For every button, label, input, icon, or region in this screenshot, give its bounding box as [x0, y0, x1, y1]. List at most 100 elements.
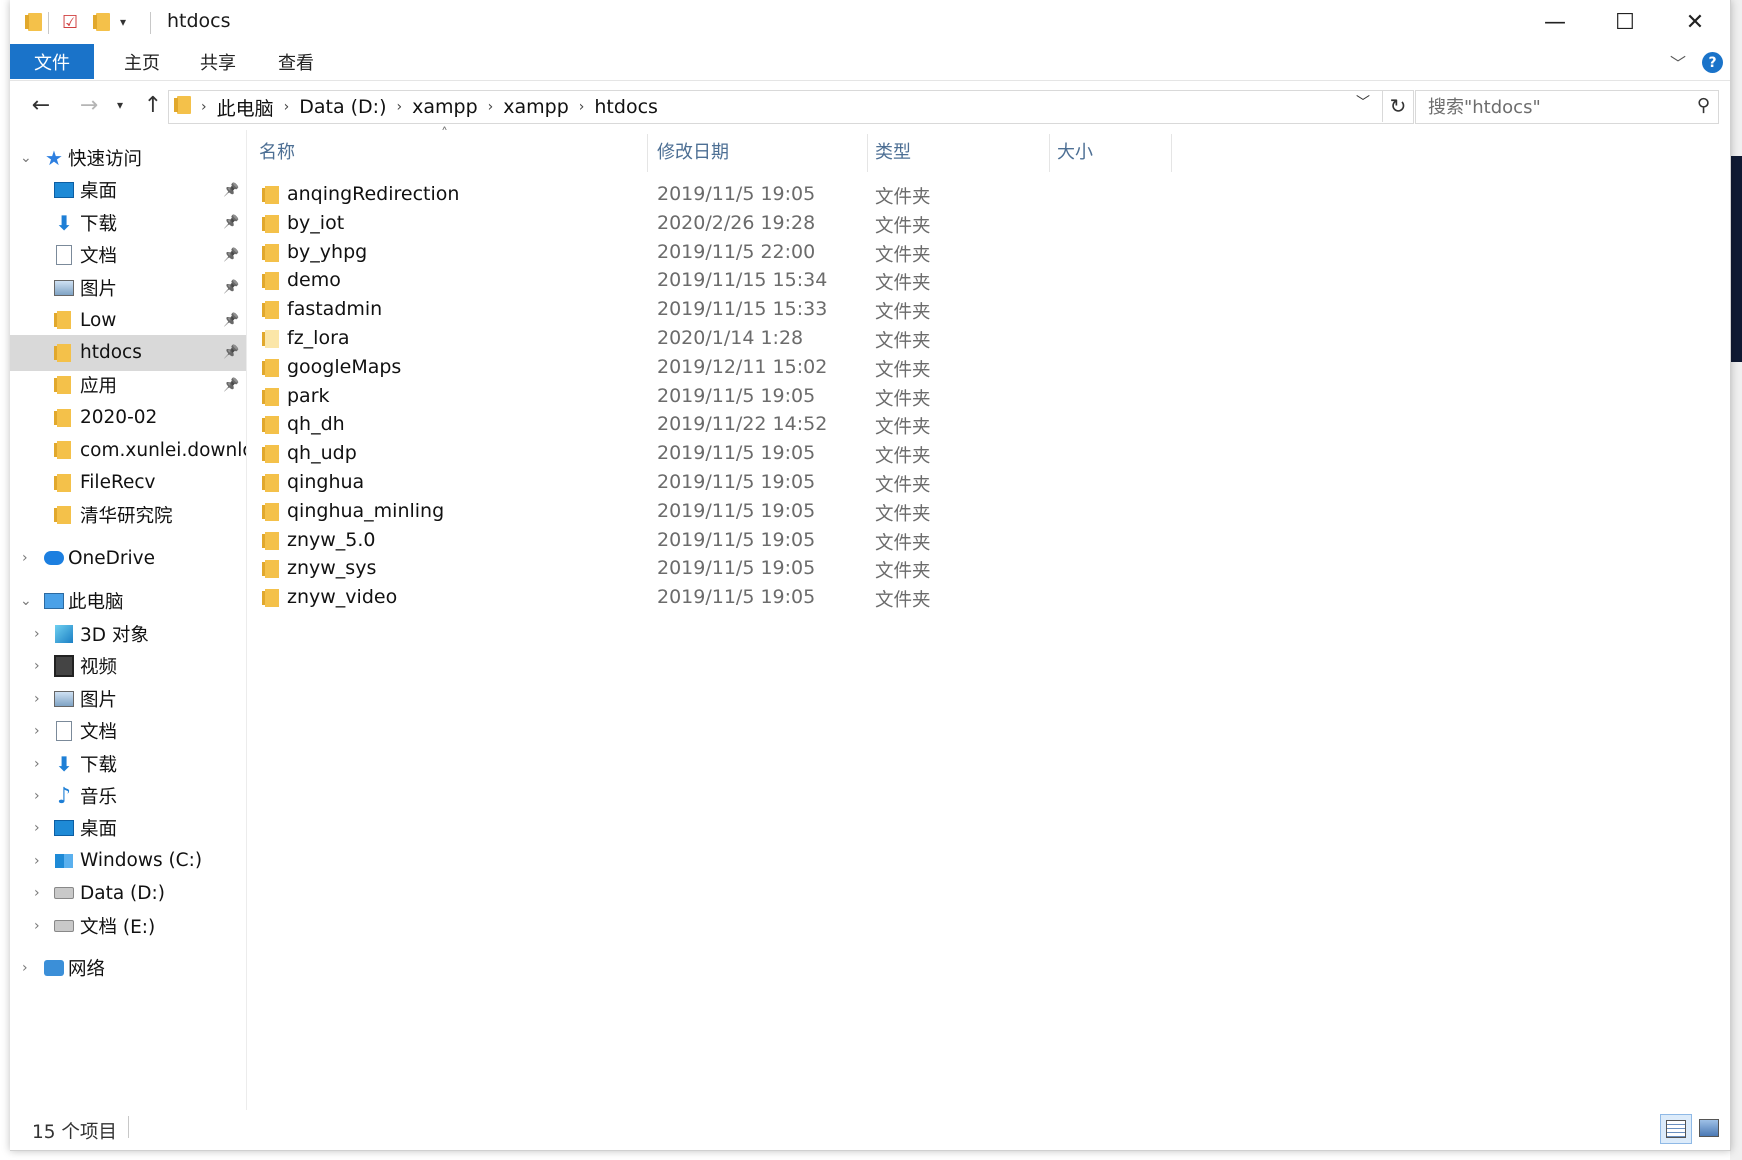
search-box[interactable]: ⚲ [1415, 90, 1719, 124]
nav-quick-item[interactable]: 桌面 📌 [10, 172, 246, 208]
address-dropdown-chevron-icon[interactable]: ﹀ [1356, 92, 1370, 112]
nav-pc-item[interactable]: › Windows (C:) [10, 843, 246, 879]
breadcrumb-xampp[interactable]: xampp [412, 96, 478, 118]
breadcrumb-separator-icon[interactable]: › [397, 99, 403, 115]
breadcrumb-separator-icon[interactable]: › [488, 99, 494, 115]
breadcrumb-data-drive[interactable]: Data (D:) [299, 96, 386, 118]
table-row[interactable]: demo 2019/11/15 15:34 文件夹 [247, 268, 1727, 297]
help-button[interactable]: ? [1702, 52, 1723, 73]
status-separator [128, 1116, 129, 1138]
close-button[interactable]: ✕ [1660, 0, 1730, 44]
new-folder-icon[interactable] [93, 10, 110, 34]
breadcrumb-separator-icon[interactable]: › [579, 99, 585, 115]
forward-arrow-icon[interactable]: → [72, 90, 106, 120]
nav-pc-item[interactable]: › ♪ 音乐 [10, 778, 246, 814]
table-row[interactable]: qh_udp 2019/11/5 19:05 文件夹 [247, 441, 1727, 470]
nav-quick-access[interactable]: ⌄ ★ 快速访问 [10, 140, 246, 176]
nav-pc-item[interactable]: › ⬇ 下载 [10, 746, 246, 782]
nav-quick-item[interactable]: htdocs 📌 [10, 334, 246, 371]
folder-icon [262, 474, 279, 496]
address-bar[interactable]: › 此电脑 › Data (D:) › xampp › xampp › htdo… [168, 90, 1414, 124]
expand-chevron-icon[interactable]: › [34, 723, 40, 739]
tab-home[interactable]: 主页 [106, 44, 178, 79]
expand-chevron-icon[interactable]: › [22, 960, 28, 976]
table-row[interactable]: anqingRedirection 2019/11/5 19:05 文件夹 [247, 182, 1727, 211]
minimize-button[interactable]: — [1520, 0, 1590, 44]
nav-pc-item[interactable]: › 视频 [10, 648, 246, 684]
nav-quick-item[interactable]: com.xunlei.downlc [10, 432, 246, 468]
breadcrumb-this-pc[interactable]: 此电脑 [217, 94, 274, 121]
nav-quick-item[interactable]: 文档 📌 [10, 237, 246, 273]
tab-share[interactable]: 共享 [182, 44, 254, 79]
nav-pc-item[interactable]: › 文档 (E:) [10, 908, 246, 944]
nav-quick-item[interactable]: FileRecv [10, 465, 246, 501]
file-date: 2019/11/5 19:05 [657, 384, 816, 407]
nav-quick-item[interactable]: 2020-02 [10, 400, 246, 436]
recent-locations-chevron-icon[interactable]: ▾ [110, 90, 130, 120]
nav-pc-item[interactable]: › 3D 对象 [10, 616, 246, 652]
column-divider[interactable] [647, 134, 648, 172]
expand-chevron-icon[interactable]: › [34, 885, 40, 901]
expand-chevron-icon[interactable]: › [34, 756, 40, 772]
expand-chevron-icon[interactable]: › [34, 788, 40, 804]
column-header-size[interactable]: 大小 [1057, 138, 1093, 164]
expand-chevron-icon[interactable]: › [34, 626, 40, 642]
table-row[interactable]: qinghua 2019/11/5 19:05 文件夹 [247, 470, 1727, 499]
nav-quick-item[interactable]: 图片 📌 [10, 270, 246, 306]
breadcrumb-separator-icon[interactable]: › [201, 99, 207, 115]
nav-pc-item[interactable]: › Data (D:) [10, 875, 246, 911]
file-type: 文件夹 [875, 215, 931, 237]
collapse-chevron-icon[interactable]: ⌄ [20, 150, 32, 166]
column-divider[interactable] [1171, 134, 1172, 172]
refresh-icon[interactable]: ↻ [1382, 90, 1413, 122]
breadcrumb-separator-icon[interactable]: › [284, 99, 290, 115]
table-row[interactable]: qh_dh 2019/11/22 14:52 文件夹 [247, 412, 1727, 441]
table-row[interactable]: qinghua_minling 2019/11/5 19:05 文件夹 [247, 499, 1727, 528]
expand-chevron-icon[interactable]: › [34, 658, 40, 674]
expand-ribbon-chevron-icon[interactable]: ﹀ [1670, 50, 1686, 74]
column-divider[interactable] [1049, 134, 1050, 172]
up-arrow-icon[interactable]: ↑ [140, 90, 166, 120]
expand-chevron-icon[interactable]: › [34, 820, 40, 836]
back-arrow-icon[interactable]: ← [24, 90, 58, 120]
search-icon[interactable]: ⚲ [1697, 95, 1710, 116]
breadcrumb-xampp-inner[interactable]: xampp [503, 96, 569, 118]
table-row[interactable]: by_yhpg 2019/11/5 22:00 文件夹 [247, 240, 1727, 269]
nav-quick-item[interactable]: Low 📌 [10, 302, 246, 338]
table-row[interactable]: znyw_5.0 2019/11/5 19:05 文件夹 [247, 528, 1727, 557]
nav-pc-item[interactable]: › 桌面 [10, 810, 246, 846]
search-input[interactable] [1426, 94, 1680, 120]
nav-pc-item[interactable]: › 图片 [10, 681, 246, 717]
expand-chevron-icon[interactable]: › [34, 853, 40, 869]
nav-onedrive[interactable]: › OneDrive [10, 540, 246, 576]
table-row[interactable]: googleMaps 2019/12/11 15:02 文件夹 [247, 355, 1727, 384]
column-divider[interactable] [867, 134, 868, 172]
nav-pc-item[interactable]: › 文档 [10, 713, 246, 749]
collapse-chevron-icon[interactable]: ⌄ [20, 593, 32, 609]
expand-chevron-icon[interactable]: › [22, 550, 28, 566]
table-row[interactable]: park 2019/11/5 19:05 文件夹 [247, 384, 1727, 413]
column-header-date[interactable]: 修改日期 [657, 138, 729, 164]
nav-quick-item[interactable]: 应用 📌 [10, 367, 246, 403]
breadcrumb-htdocs[interactable]: htdocs [594, 96, 658, 118]
nav-quick-item[interactable]: ⬇ 下载 📌 [10, 205, 246, 241]
column-header-name[interactable]: 名称 [259, 138, 295, 164]
properties-icon[interactable]: ☑ [62, 10, 78, 34]
table-row[interactable]: fastadmin 2019/11/15 15:33 文件夹 [247, 297, 1727, 326]
table-row[interactable]: znyw_sys 2019/11/5 19:05 文件夹 [247, 556, 1727, 585]
column-header-type[interactable]: 类型 [875, 138, 911, 164]
tab-view[interactable]: 查看 [260, 44, 332, 79]
nav-this-pc[interactable]: ⌄ 此电脑 [10, 583, 246, 619]
table-row[interactable]: znyw_video 2019/11/5 19:05 文件夹 [247, 585, 1727, 614]
nav-quick-item[interactable]: 清华研究院 [10, 497, 246, 533]
expand-chevron-icon[interactable]: › [34, 691, 40, 707]
details-view-button[interactable] [1660, 1114, 1692, 1144]
customize-quick-access-icon[interactable]: ▾ [120, 10, 126, 34]
expand-chevron-icon[interactable]: › [34, 918, 40, 934]
table-row[interactable]: by_iot 2020/2/26 19:28 文件夹 [247, 211, 1727, 240]
tab-file[interactable]: 文件 [10, 44, 94, 79]
large-icons-view-button[interactable] [1694, 1114, 1724, 1142]
nav-network[interactable]: › 网络 [10, 950, 246, 986]
table-row[interactable]: fz_lora 2020/1/14 1:28 文件夹 [247, 326, 1727, 355]
maximize-button[interactable]: ☐ [1590, 0, 1660, 44]
